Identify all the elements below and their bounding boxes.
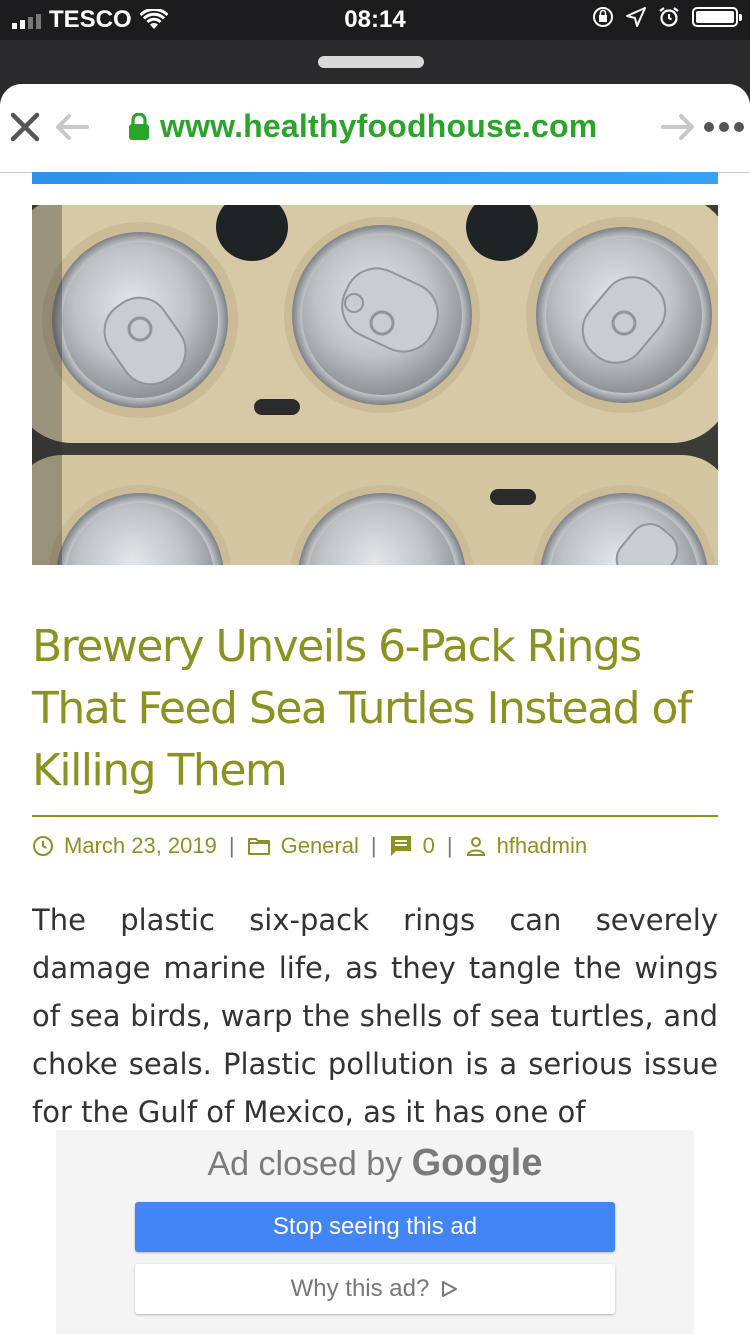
status-bar: TESCO 08:14 <box>0 0 750 40</box>
meta-separator: | <box>446 833 453 858</box>
comment-icon <box>390 836 411 856</box>
stop-seeing-ad-button[interactable]: Stop seeing this ad <box>135 1202 615 1252</box>
ad-closed-prefix: Ad closed by <box>207 1145 403 1183</box>
status-right <box>592 6 742 28</box>
back-arrow-icon[interactable] <box>54 112 90 142</box>
clock-icon <box>33 836 53 856</box>
meta-separator: | <box>370 833 377 858</box>
url-text: www.healthyfoodhouse.com <box>160 108 598 144</box>
ad-panel: Ad closed by Google Stop seeing this ad … <box>56 1130 694 1334</box>
why-this-ad-label: Why this ad? <box>290 1275 430 1302</box>
sheet-grabber[interactable] <box>318 56 424 68</box>
article-meta: March 23, 2019 | General | 0 | hfhadmin <box>32 828 587 864</box>
alarm-icon <box>659 7 679 27</box>
user-icon <box>466 837 485 856</box>
forward-arrow-icon[interactable] <box>660 112 696 142</box>
title-divider <box>32 815 718 817</box>
more-options-icon[interactable] <box>704 122 744 132</box>
article-hero-image <box>32 205 718 565</box>
google-logo: Google <box>411 1142 543 1184</box>
comment-count[interactable]: 0 <box>423 833 435 859</box>
meta-separator: | <box>228 833 235 858</box>
adchoices-play-icon <box>442 1281 458 1297</box>
browser-sheet: www.healthyfoodhouse.com Brewery Unveils… <box>0 84 750 1334</box>
folder-icon <box>247 838 270 855</box>
location-icon <box>626 7 646 27</box>
battery-icon <box>692 7 742 27</box>
ad-closed-text: Ad closed by Google <box>56 1142 694 1185</box>
lock-icon <box>129 112 149 140</box>
article-author[interactable]: hfhadmin <box>497 833 588 859</box>
orientation-lock-icon <box>593 7 613 27</box>
header-accent-bar <box>32 172 718 184</box>
article-title: Brewery Unveils 6-Pack Rings That Feed S… <box>32 621 692 796</box>
article-category[interactable]: General <box>281 833 359 859</box>
article-date[interactable]: March 23, 2019 <box>64 833 217 859</box>
close-icon[interactable] <box>8 110 42 144</box>
browser-toolbar: www.healthyfoodhouse.com <box>0 84 750 173</box>
address-bar[interactable]: www.healthyfoodhouse.com <box>128 108 597 145</box>
article-body: The plastic six-pack rings can severely … <box>32 903 718 1128</box>
why-this-ad-button[interactable]: Why this ad? <box>135 1264 615 1314</box>
